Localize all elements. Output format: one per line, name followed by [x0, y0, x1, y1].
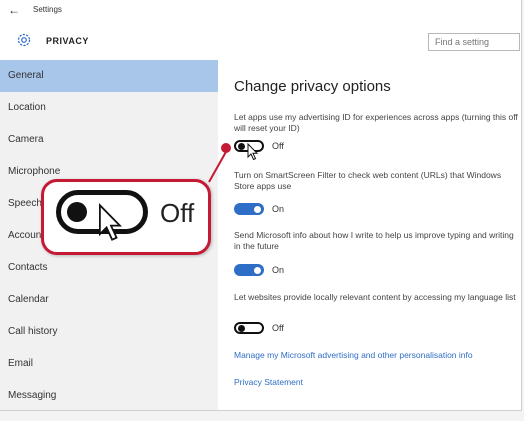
search-input[interactable] — [428, 33, 520, 51]
manage-advertising-link[interactable]: Manage my Microsoft advertising and othe… — [234, 350, 473, 360]
typing-info-state: On — [272, 265, 285, 275]
language-list-state: Off — [272, 323, 284, 333]
sidebar-item-email[interactable]: Email — [0, 348, 218, 380]
sidebar-item-camera[interactable]: Camera — [0, 124, 218, 156]
smartscreen-toggle[interactable] — [234, 203, 264, 215]
callout-dot — [221, 143, 231, 153]
sidebar-item-calendar[interactable]: Calendar — [0, 284, 218, 316]
gear-icon — [17, 33, 31, 47]
option-typing-info-text: Send Microsoft info about how I write to… — [234, 230, 514, 251]
mouse-pointer-icon — [247, 143, 259, 161]
page-title: PRIVACY — [46, 36, 89, 46]
option-smartscreen-text: Turn on SmartScreen Filter to check web … — [234, 170, 502, 191]
sidebar-item-contacts[interactable]: Contacts — [0, 252, 218, 284]
page-header: PRIVACY — [0, 22, 521, 60]
content-pane: Change privacy options Let apps use my a… — [218, 60, 521, 410]
smartscreen-state: On — [272, 204, 285, 214]
advertising-id-state: Off — [272, 141, 284, 151]
option-advertising-id-text: Let apps use my advertising ID for exper… — [234, 112, 518, 133]
option-language-list-text: Let websites provide locally relevant co… — [234, 292, 516, 302]
zoom-callout: Off — [41, 179, 211, 255]
sidebar-item-location[interactable]: Location — [0, 92, 218, 124]
back-arrow-icon[interactable]: ← — [6, 3, 22, 17]
callout-connector — [208, 150, 228, 183]
typing-info-toggle[interactable] — [234, 264, 264, 276]
language-list-toggle[interactable] — [234, 322, 264, 334]
privacy-statement-link[interactable]: Privacy Statement — [234, 377, 303, 387]
sidebar-item-call-history[interactable]: Call history — [0, 316, 218, 348]
window-title: Settings — [33, 5, 62, 14]
sidebar-item-general[interactable]: General — [0, 60, 218, 92]
sidebar-item-messaging[interactable]: Messaging — [0, 380, 218, 410]
title-bar: ← Settings — [0, 0, 521, 22]
magnified-state-label: Off — [160, 198, 195, 228]
magnified-pointer-icon — [99, 203, 123, 241]
section-heading: Change privacy options — [234, 78, 391, 95]
